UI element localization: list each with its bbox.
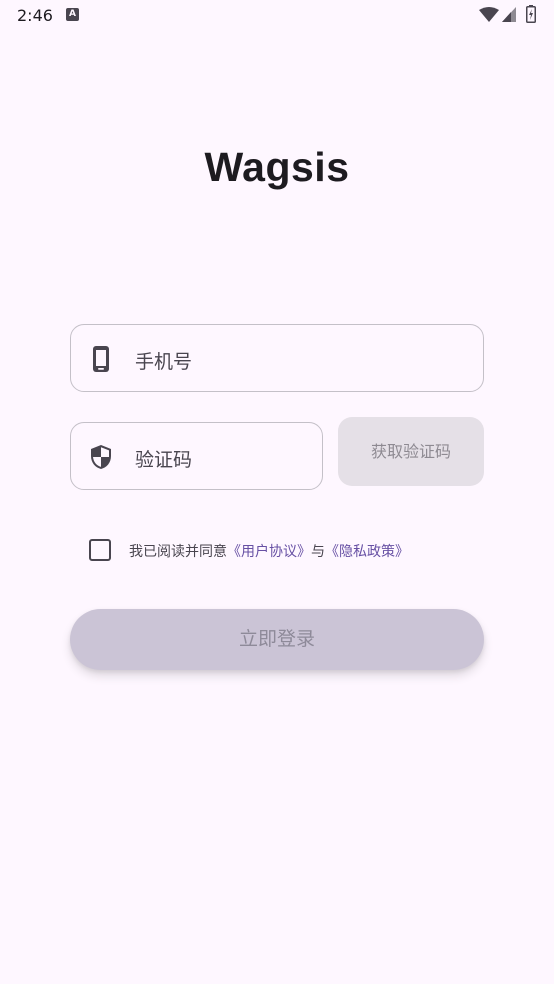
shield-icon — [91, 445, 111, 469]
user-agreement-link[interactable]: 《用户协议》 — [227, 544, 311, 560]
agreement-checkbox[interactable] — [89, 539, 111, 561]
code-input[interactable]: 验证码 — [135, 445, 192, 472]
app-title: Wagsis — [204, 144, 350, 190]
phone-field[interactable]: 手机号 — [70, 324, 484, 392]
signal-icon — [502, 7, 516, 22]
agreement-conjunction: 与 — [311, 544, 325, 560]
agreement-prefix: 我已阅读并同意 — [129, 544, 227, 560]
battery-icon — [526, 5, 536, 23]
wifi-icon — [479, 7, 499, 22]
notification-icon: A — [66, 8, 79, 21]
agreement-text: 我已阅读并同意《用户协议》与《隐私政策》 — [129, 541, 409, 561]
login-screen: 2:46 A Wagsis 手机号 验证码 获取验证码 我已阅读并同意《用户协议… — [0, 0, 554, 984]
phone-input[interactable]: 手机号 — [135, 347, 192, 374]
privacy-policy-link[interactable]: 《隐私政策》 — [325, 544, 409, 560]
get-code-button[interactable]: 获取验证码 — [338, 417, 484, 486]
smartphone-icon — [93, 346, 109, 372]
status-time: 2:46 — [17, 6, 53, 25]
verification-code-field[interactable]: 验证码 — [70, 422, 323, 490]
status-bar: 2:46 A — [0, 0, 554, 32]
login-button[interactable]: 立即登录 — [70, 609, 484, 670]
